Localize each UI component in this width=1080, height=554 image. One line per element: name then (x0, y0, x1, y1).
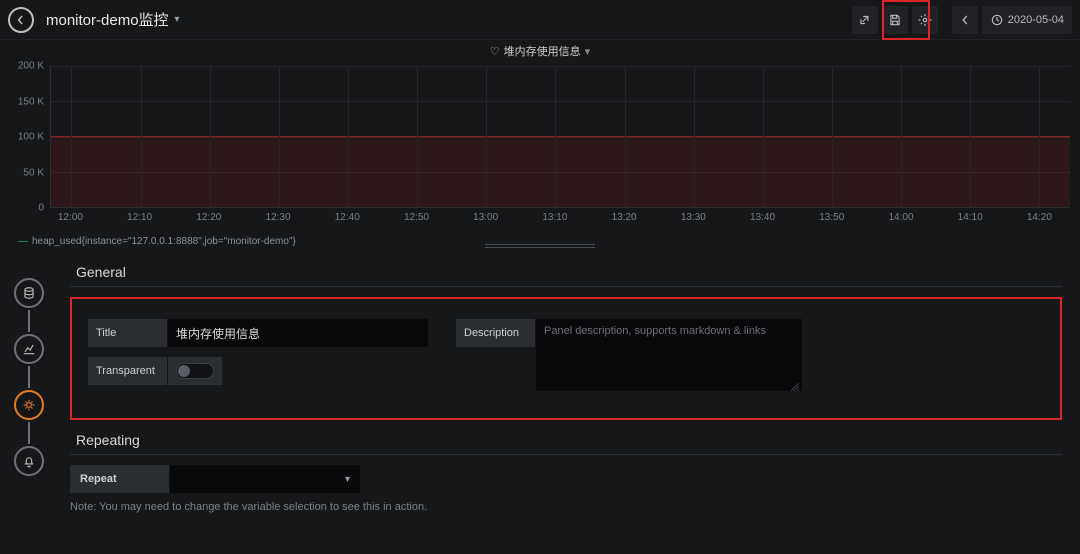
save-icon (888, 13, 902, 27)
x-tick-label: 13:40 (750, 212, 775, 223)
tab-queries[interactable] (14, 278, 44, 308)
section-title-general: General (70, 262, 1062, 287)
legend-line-icon: — (18, 236, 28, 247)
chevron-down-icon: ▾ (585, 45, 591, 58)
y-tick-label: 0 (38, 203, 44, 214)
chart-x-axis: 12:00 12:10 12:20 12:30 12:40 12:50 13:00 13:10… (50, 212, 1070, 228)
repeat-note: Note: You may need to change the variabl… (70, 501, 1062, 513)
x-tick-label: 12:50 (404, 212, 429, 223)
repeat-label: Repeat (70, 465, 170, 493)
bug-gear-icon (22, 398, 36, 412)
x-tick-label: 12:40 (335, 212, 360, 223)
y-tick-label: 50 K (23, 167, 44, 178)
share-icon (858, 13, 872, 27)
transparent-toggle[interactable] (176, 363, 214, 379)
chart-plot-area (50, 66, 1070, 208)
x-tick-label: 12:30 (266, 212, 291, 223)
transparent-label: Transparent (88, 357, 168, 385)
x-tick-label: 14:20 (1027, 212, 1052, 223)
chevron-left-icon (958, 13, 972, 27)
x-tick-label: 13:10 (542, 212, 567, 223)
tab-alert[interactable] (14, 446, 44, 476)
chart-y-axis: 200 K150 K100 K50 K0 (10, 66, 46, 208)
repeat-select[interactable]: ▾ (170, 465, 360, 493)
bell-icon (22, 454, 36, 468)
general-fields-highlight: Title Transparent Description (70, 297, 1062, 420)
panel-editor: General Title Transparent (0, 248, 1080, 554)
x-tick-label: 13:50 (819, 212, 844, 223)
editor-tab-list (0, 248, 58, 554)
panel-title: 堆内存使用信息 (504, 43, 581, 59)
x-tick-label: 12:20 (196, 212, 221, 223)
transparent-field-row: Transparent (88, 357, 428, 385)
panel-title-bar[interactable]: ♡ 堆内存使用信息 ▾ (0, 40, 1080, 62)
chevron-down-icon: ▾ (175, 14, 180, 25)
time-range-label: 2020-05-04 (1008, 14, 1064, 26)
y-tick-label: 200 K (18, 61, 44, 72)
legend-series-label: heap_used{instance="127.0.0.1:8888",job=… (32, 236, 296, 247)
description-textarea[interactable] (536, 319, 802, 391)
repeat-field-row: Repeat ▾ (70, 465, 1062, 493)
settings-button[interactable] (912, 6, 938, 34)
x-tick-label: 13:30 (681, 212, 706, 223)
chart-series-line (51, 136, 1070, 137)
section-title-repeating: Repeating (70, 430, 1062, 455)
chart-series-area (51, 137, 1070, 208)
back-button[interactable] (8, 7, 34, 33)
top-bar: monitor-demo监控 ▾ 2020-05-04 (0, 0, 1080, 40)
description-label: Description (456, 319, 536, 347)
time-range-picker[interactable]: 2020-05-04 (982, 6, 1072, 34)
description-field-row: Description (456, 319, 802, 394)
chart: 200 K 150 K 100 K 50 K 0 12:00 12:10 12:20 12:3… (10, 62, 1070, 232)
x-tick-label: 13:20 (612, 212, 637, 223)
save-button[interactable] (882, 6, 908, 34)
x-tick-label: 12:00 (58, 212, 83, 223)
title-field-row: Title (88, 319, 428, 347)
time-left-button[interactable] (952, 6, 978, 34)
x-tick-label: 14:10 (958, 212, 983, 223)
x-tick-label: 13:00 (473, 212, 498, 223)
gear-icon (918, 13, 932, 27)
dashboard-title: monitor-demo监控 (46, 9, 169, 30)
dashboard-title-dropdown[interactable]: monitor-demo监控 ▾ (46, 9, 180, 30)
chevron-down-icon: ▾ (345, 474, 350, 485)
clock-icon (990, 13, 1004, 27)
share-button[interactable] (852, 6, 878, 34)
tab-general[interactable] (14, 390, 44, 420)
title-input[interactable] (168, 319, 428, 347)
database-icon (22, 286, 36, 300)
title-label: Title (88, 319, 168, 347)
x-tick-label: 12:10 (127, 212, 152, 223)
y-tick-label: 100 K (18, 132, 44, 143)
arrow-left-icon (14, 13, 28, 27)
heart-icon: ♡ (490, 45, 500, 58)
chart-icon (22, 342, 36, 356)
x-tick-label: 14:00 (888, 212, 913, 223)
y-tick-label: 150 K (18, 96, 44, 107)
tab-visualization[interactable] (14, 334, 44, 364)
